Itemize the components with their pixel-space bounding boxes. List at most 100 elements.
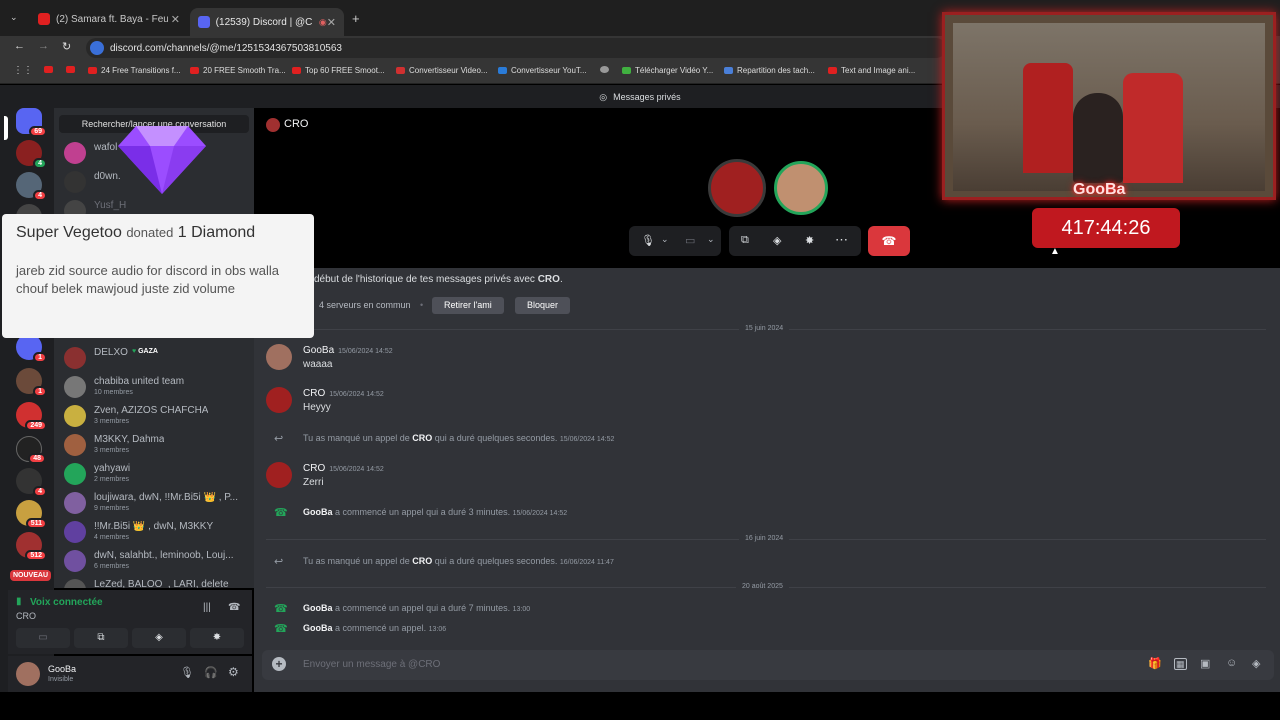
site-info-icon[interactable] <box>90 41 104 55</box>
gif-icon[interactable]: ▦ <box>1174 658 1187 670</box>
chevron-down-icon[interactable]: ⌄ <box>707 234 715 245</box>
screen-share-button[interactable]: ⧉ <box>74 628 128 648</box>
dm-name: Zven, AZIZOS CHAFCHA <box>94 405 209 416</box>
forward-icon[interactable]: → <box>38 40 49 52</box>
home-button[interactable]: 69 <box>16 108 47 137</box>
bookmark-item[interactable]: 24 Free Transitions f... <box>88 66 181 75</box>
system-message: Tu as manqué un appel de CRO qui a duré … <box>303 556 614 566</box>
bookmark-item[interactable]: 20 FREE Smooth Tra... <box>190 66 286 75</box>
tab-youtube[interactable]: (2) Samara ft. Baya - Feu Rouge ✕ <box>30 8 188 30</box>
sticker-icon[interactable]: ▣ <box>1200 657 1210 670</box>
avatar[interactable] <box>266 387 292 413</box>
block-button[interactable]: Bloquer <box>515 297 571 314</box>
screen-share-icon[interactable]: ⧉ <box>741 234 749 247</box>
headphones-icon[interactable]: 🎧 <box>204 666 218 679</box>
dm-item[interactable]: chabiba united team 10 membres <box>62 374 252 402</box>
bookmark-youtube[interactable] <box>44 66 57 73</box>
tab-list-chevron-icon[interactable]: ⌄ <box>10 12 18 23</box>
emoji-icon[interactable]: ☺ <box>1226 657 1237 669</box>
gear-icon[interactable]: ⚙ <box>228 665 239 679</box>
composer-placeholder: Envoyer un message à @CRO <box>303 659 441 670</box>
system-text: qui a duré quelques secondes. <box>432 433 558 443</box>
hang-up-button[interactable]: ☎ <box>868 226 910 256</box>
download-icon <box>622 67 631 74</box>
microphone-icon[interactable]: 🎙 <box>641 234 655 247</box>
bookmark-item[interactable]: Télécharger Vidéo Y... <box>622 66 713 75</box>
mutual-servers[interactable]: 4 serveurs en commun <box>319 300 411 310</box>
disconnect-icon[interactable]: ☎ <box>228 602 240 613</box>
new-tab-button[interactable]: + <box>352 11 360 26</box>
add-attachment-icon[interactable]: + <box>272 657 286 671</box>
activity-icon[interactable]: ◈ <box>773 234 781 247</box>
discord-icon <box>198 16 210 28</box>
member-count: 9 membres <box>94 505 130 512</box>
apps-icon[interactable]: ⋮⋮ <box>13 65 33 76</box>
address-bar[interactable]: discord.com/channels/@me/125153436750381… <box>86 38 946 58</box>
back-icon[interactable]: ← <box>14 40 25 52</box>
call-actions: ⧉ ◈ ✸ ⋯ <box>729 226 861 256</box>
activity-icon[interactable]: ◈ <box>1252 657 1260 670</box>
message-author[interactable]: CRO 15/06/2024 14:52 <box>303 463 384 474</box>
chevron-down-icon[interactable]: ⌄ <box>661 234 669 245</box>
bookmark-item[interactable] <box>600 66 613 73</box>
camera-button[interactable]: ▭ <box>16 628 70 648</box>
reload-icon[interactable]: ↻ <box>62 40 71 53</box>
system-message: GooBa a commencé un appel. 13:06 <box>303 623 446 633</box>
server-avatar[interactable]: 4 <box>16 140 47 169</box>
bookmark-youtube[interactable] <box>66 66 79 73</box>
camera-off-icon[interactable]: ▭ <box>685 234 695 247</box>
call-icon: ☎ <box>274 507 288 519</box>
server-avatar[interactable]: 48 <box>16 436 46 464</box>
system-text: qui a duré quelques secondes. <box>432 556 558 566</box>
donation-message: jareb zid source audio for discord in ob… <box>16 263 280 296</box>
more-icon[interactable]: ⋯ <box>835 232 848 248</box>
soundboard-button[interactable]: ✸ <box>190 628 244 648</box>
close-icon[interactable]: ✕ <box>171 13 180 26</box>
dm-name: DELXO <box>94 347 128 358</box>
server-avatar[interactable]: 511 <box>16 500 47 529</box>
dm-item[interactable]: Zven, AZIZOS CHAFCHA 3 membres <box>62 403 252 431</box>
server-avatar[interactable]: 4 <box>16 172 47 201</box>
bookmark-item[interactable]: Repartition des tach... <box>724 66 815 75</box>
dm-item[interactable]: !!Mr.Bi5i 👑 , dwN, M3KKY 4 membres <box>62 519 252 547</box>
message-author[interactable]: GooBa 15/06/2024 14:52 <box>303 345 393 356</box>
close-icon[interactable]: ✕ <box>327 16 336 29</box>
mention-badge: 4 <box>33 190 47 201</box>
participant-avatar-speaking[interactable] <box>774 161 828 215</box>
streamer <box>1073 93 1123 183</box>
message-composer[interactable]: + Envoyer un message à @CRO 🎁 ▦ ▣ ☺ ◈ <box>262 650 1274 680</box>
dm-item[interactable]: M3KKY, Dahma 3 membres <box>62 432 252 460</box>
noise-suppression-icon[interactable]: ||| <box>203 602 211 613</box>
activity-button[interactable]: ◈ <box>132 628 186 648</box>
dm-item[interactable]: yahyawi 2 membres <box>62 461 252 489</box>
avatar <box>266 118 280 132</box>
avatar[interactable] <box>16 662 40 686</box>
dm-item[interactable]: LeZed, BALOO_, LARI, delete <box>62 577 252 588</box>
microphone-icon[interactable]: 🎙 <box>180 666 194 679</box>
bookmark-item[interactable]: Convertisseur Video... <box>396 66 488 75</box>
convert-icon <box>498 67 507 74</box>
friends-icon: ◎ <box>599 91 608 102</box>
avatar[interactable] <box>266 344 292 370</box>
bookmark-item[interactable]: Top 60 FREE Smoot... <box>292 66 385 75</box>
bookmark-item[interactable]: Text and Image ani... <box>828 66 915 75</box>
server-avatar[interactable]: 4 <box>16 468 47 497</box>
system-message: GooBa a commencé un appel qui a duré 7 m… <box>303 603 530 613</box>
server-avatar[interactable]: 249 <box>16 402 47 431</box>
voice-status[interactable]: Voix connectée <box>30 597 103 608</box>
bookmark-item[interactable]: Convertisseur YouT... <box>498 66 587 75</box>
dm-item[interactable]: dwN, salahbt., leminoob, Louj... 6 membre… <box>62 548 252 576</box>
server-avatar[interactable]: 1 <box>16 368 47 397</box>
mention-badge: 512 <box>25 550 47 561</box>
remove-friend-button[interactable]: Retirer l'ami <box>432 297 504 314</box>
message-author[interactable]: CRO 15/06/2024 14:52 <box>303 388 384 399</box>
dm-item[interactable]: loujiwara, dwN, !!Mr.Bi5i 👑 , P... 9 memb… <box>62 490 252 518</box>
gift-icon[interactable]: 🎁 <box>1148 657 1162 670</box>
soundboard-icon[interactable]: ✸ <box>805 234 814 247</box>
tab-discord[interactable]: (12539) Discord | @CRO ◉ ✕ <box>190 8 344 36</box>
bookmark-label: Convertisseur YouT... <box>511 66 587 75</box>
server-avatar[interactable]: 512 <box>16 532 47 561</box>
participant-avatar[interactable] <box>708 159 766 217</box>
avatar[interactable] <box>266 462 292 488</box>
dm-item[interactable]: DELXO ♥ GAZA <box>62 345 252 373</box>
